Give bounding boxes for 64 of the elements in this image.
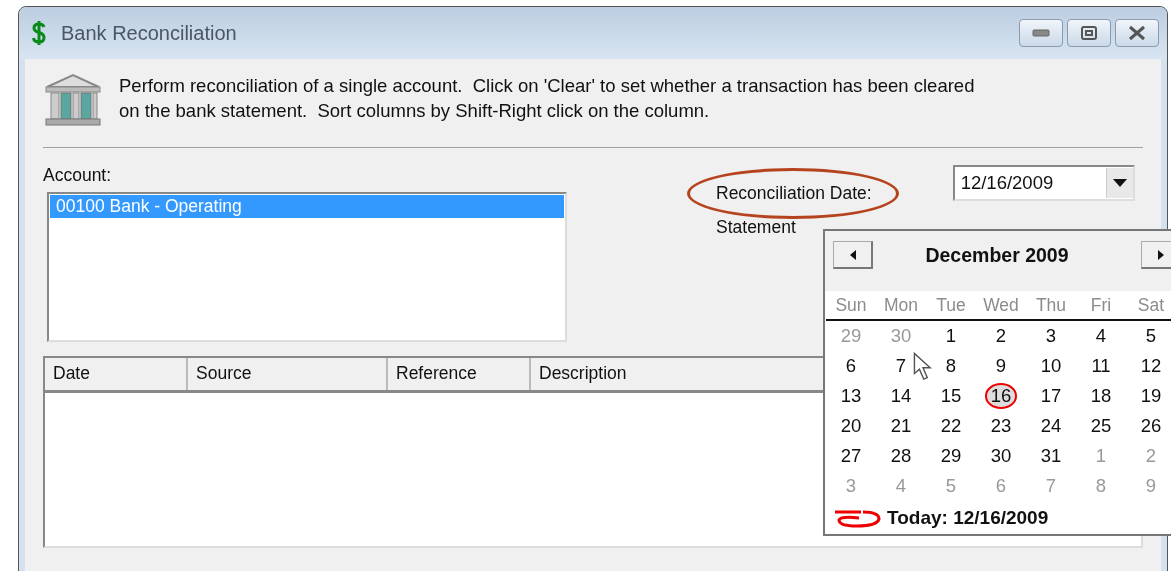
calendar-day[interactable]: 6 [839,353,863,379]
weekday-label: Fri [1076,291,1126,321]
account-label: Account: [43,165,113,186]
date-dropdown[interactable]: 12/16/2009 [952,165,1135,201]
calendar-day[interactable]: 18 [1084,383,1118,409]
calendar-day[interactable]: 31 [1034,443,1068,469]
weekday-label: Tue [926,291,976,321]
weekday-label: Mon [876,291,926,321]
calendar-day[interactable]: 7 [889,353,913,379]
weekday-label: Thu [1026,291,1076,321]
calendar-day[interactable]: 14 [884,383,918,409]
calendar-day[interactable]: 15 [934,383,968,409]
calendar-day[interactable]: 30 [984,443,1018,469]
calendar-day[interactable]: 28 [884,443,918,469]
column-header[interactable]: Source [188,358,388,390]
pointer-icon [913,352,933,382]
column-header[interactable]: Reference [388,358,531,390]
window-title: Bank Reconciliation [61,21,238,45]
instructions-text: Perform reconciliation of a single account. Click on 'Clear' to set whether a transaction has been cleared on the bank statement. Sort columns by Shift-Right click on the column. [119,74,976,123]
maximize-button[interactable] [1067,19,1111,47]
caret-icon [1112,179,1127,187]
close-icon [1127,25,1147,41]
calendar-day[interactable]: 24 [1034,413,1068,439]
close-button[interactable] [1115,19,1159,47]
calendar-day[interactable]: 25 [1084,413,1118,439]
column-header[interactable]: Date [45,358,188,390]
calendar-day[interactable]: 21 [884,413,918,439]
calendar-day[interactable]: 8 [939,353,963,379]
calendar-day[interactable]: 11 [1085,353,1117,379]
calendar-day[interactable]: 27 [834,443,868,469]
minimize-button[interactable] [1019,19,1063,47]
calendar-day[interactable]: 2 [989,323,1013,349]
calendar-day[interactable]: 12 [1134,353,1168,379]
calendar-day[interactable]: 29 [934,443,968,469]
dollar-icon [31,20,47,46]
minimize-icon [1032,29,1050,37]
calendar-day[interactable]: 5 [1139,323,1163,349]
today-button[interactable]: Today: 12/16/2009 [887,507,1049,529]
calendar-day[interactable]: 17 [1034,383,1068,409]
calendar-day[interactable]: 3 [1039,323,1063,349]
reconciliation-date-label: Reconciliation Date: [687,168,899,219]
calendar-day[interactable]: 23 [984,413,1018,439]
left-arrow-icon [849,249,856,260]
calendar-day[interactable]: 19 [1134,383,1168,409]
next-month-button[interactable] [1141,241,1171,269]
weekday-label: Wed [976,291,1026,321]
calendar-day[interactable]: 22 [934,413,968,439]
calendar-day[interactable]: 26 [1134,413,1168,439]
month-title: December 2009 [924,243,1070,267]
calendar-day[interactable]: 13 [834,383,868,409]
bank-icon [43,73,103,127]
scribble-icon [833,508,881,528]
calendar-day[interactable]: 20 [834,413,868,439]
statement-label: Statement [716,217,796,238]
calendar-day[interactable]: 1 [939,323,963,349]
weekday-label: Sun [826,291,876,321]
calendar-day[interactable]: 10 [1034,353,1068,379]
previous-month-button[interactable] [833,241,873,269]
calendar-day[interactable]: 9 [989,353,1013,379]
calendar-day[interactable]: 4 [1089,323,1113,349]
calendar-day[interactable]: 16 [984,383,1018,409]
right-arrow-icon [1157,249,1164,260]
weekday-label: Sat [1126,291,1171,321]
maximize-icon [1080,25,1098,41]
